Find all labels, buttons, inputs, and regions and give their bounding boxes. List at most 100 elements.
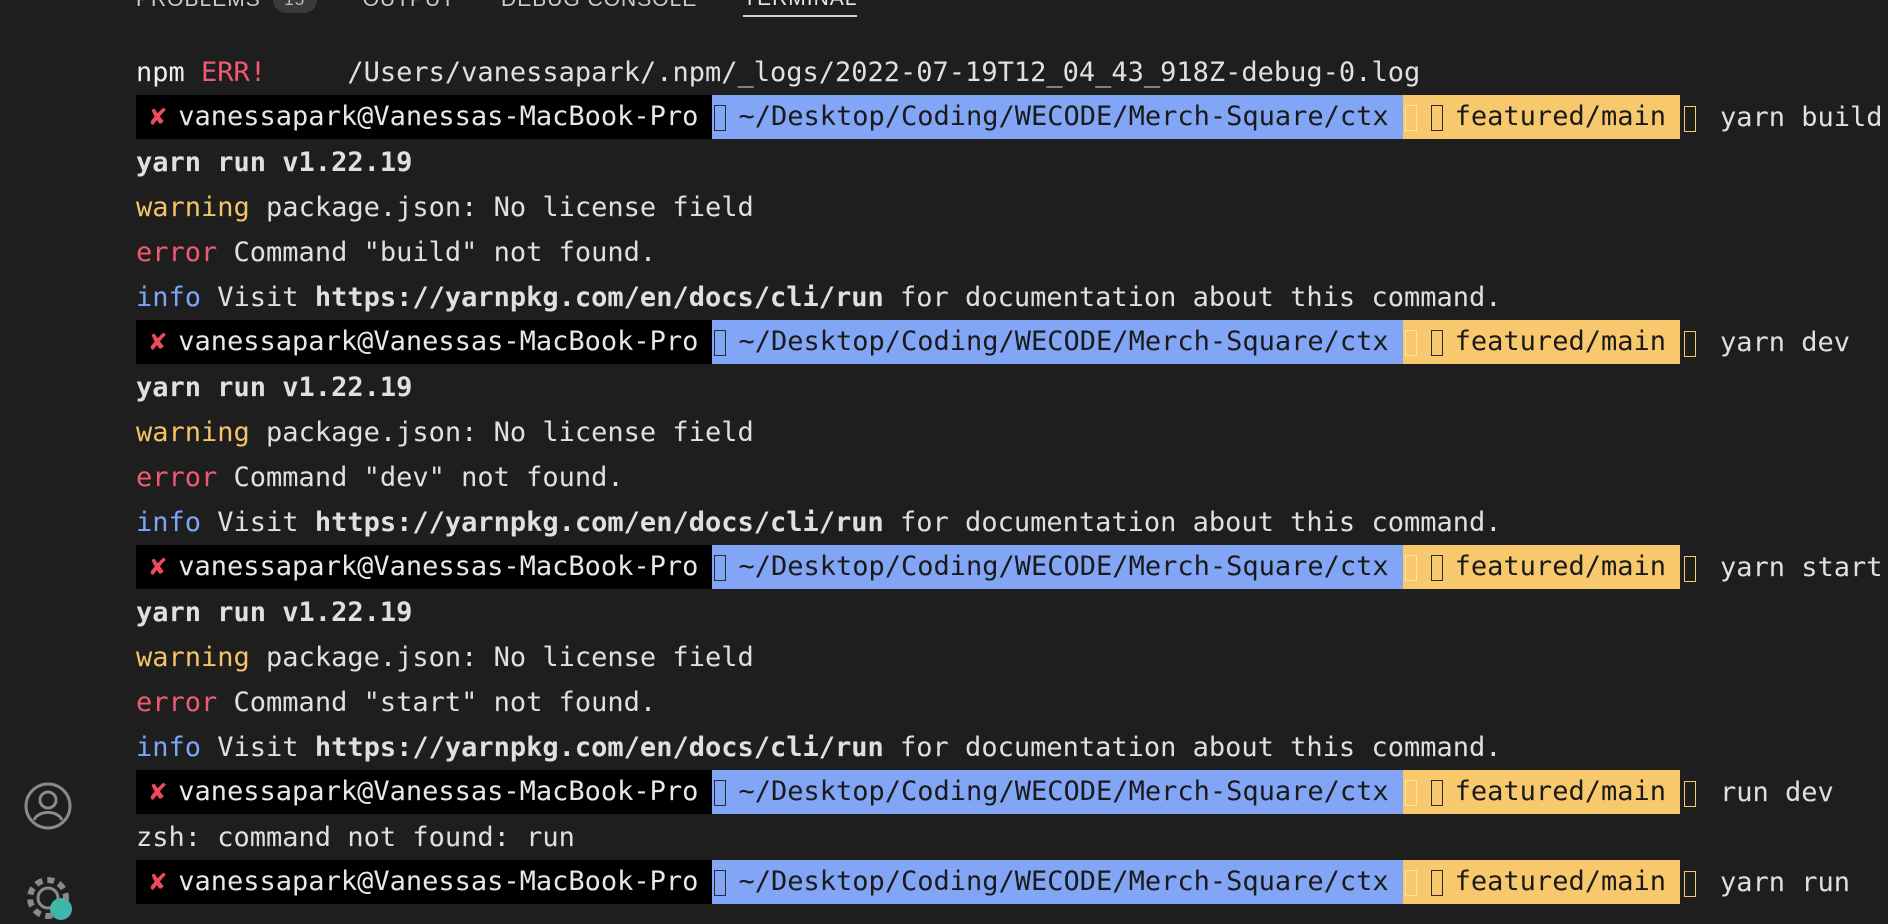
prompt-path-segment: ~/Desktop/Coding/WECODE/Merch-Square/ctx [712, 770, 1403, 814]
cwd-path: ~/Desktop/Coding/WECODE/Merch-Square/ctx [738, 776, 1389, 807]
info-word: info [136, 282, 202, 313]
yarn-version-line: yarn run v1.22.19 [136, 372, 413, 403]
error-text: Command "start" not found. [217, 687, 657, 718]
tab-label: OUTPUT [363, 0, 455, 12]
powerline-separator-icon [1404, 869, 1417, 896]
error-status-icon: ✘ [150, 551, 167, 582]
warning-word: warning [136, 192, 250, 223]
warning-text: package.json: No license field [249, 192, 754, 223]
npm-prefix: npm [136, 57, 185, 88]
git-branch-icon [1430, 779, 1443, 806]
info-visit: Visit [201, 507, 315, 538]
prompt-user-segment: ✘ vanessapark@Vanessas-MacBook-Pro [136, 770, 713, 814]
prompt-path-segment: ~/Desktop/Coding/WECODE/Merch-Square/ctx [712, 95, 1403, 139]
prompt-line: ✘ vanessapark@Vanessas-MacBook-Pro ~/Deskt… [136, 320, 1876, 365]
error-word: error [136, 687, 218, 718]
prompt-git-segment: featured/main [1402, 95, 1680, 139]
info-visit: Visit [201, 732, 315, 763]
warning-line: warning package.json: No license field [136, 185, 1876, 230]
prompt-git-segment: featured/main [1402, 545, 1680, 589]
user-host: vanessapark@Vanessas-MacBook-Pro [178, 776, 699, 807]
npm-err: ERR! [201, 57, 267, 88]
yarn-version-line: yarn run v1.22.19 [136, 597, 413, 628]
terminal-output[interactable]: npm ERR! /Users/vanessapark/.npm/_logs/2… [136, 50, 1883, 905]
git-branch-icon [1430, 869, 1443, 896]
prompt-path-segment: ~/Desktop/Coding/WECODE/Merch-Square/ctx [712, 545, 1403, 589]
zsh-error-line: zsh: command not found: run [136, 822, 575, 853]
account-icon[interactable] [22, 780, 74, 832]
prompt-line: ✘ vanessapark@Vanessas-MacBook-Pro ~/Deskt… [136, 95, 1883, 140]
cwd-path: ~/Desktop/Coding/WECODE/Merch-Square/ctx [738, 551, 1389, 582]
yarn-version-line: yarn run v1.22.19 [136, 147, 413, 178]
typed-command: run dev [1719, 777, 1834, 808]
powerline-separator-icon [714, 779, 727, 806]
problems-count-badge: 15 [272, 0, 317, 13]
prompt-git-segment: featured/main [1402, 860, 1680, 904]
powerline-separator-icon [714, 104, 727, 131]
user-host: vanessapark@Vanessas-MacBook-Pro [178, 101, 699, 132]
error-text: Command "dev" not found. [217, 462, 624, 493]
warning-line: warning package.json: No license field [136, 410, 1876, 455]
error-word: error [136, 237, 218, 268]
git-branch: featured/main [1454, 326, 1666, 357]
docs-link[interactable]: https://yarnpkg.com/en/docs/cli/run [315, 732, 884, 763]
error-line: error Command "dev" not found. [136, 455, 1876, 500]
prompt-git-segment: featured/main [1402, 770, 1680, 814]
typed-command: yarn dev [1719, 327, 1851, 358]
error-line: error Command "build" not found. [136, 230, 1876, 275]
error-line: error Command "start" not found. [136, 680, 1876, 725]
warning-word: warning [136, 642, 250, 673]
info-tail: for documentation about this command. [883, 282, 1502, 313]
powerline-separator-icon [1404, 104, 1417, 131]
user-host: vanessapark@Vanessas-MacBook-Pro [178, 551, 699, 582]
git-branch: featured/main [1454, 866, 1666, 897]
panel-tabs: PROBLEMS 15 OUTPUT DEBUG CONSOLE TERMINA… [136, 0, 903, 18]
docs-link[interactable]: https://yarnpkg.com/en/docs/cli/run [315, 507, 884, 538]
error-status-icon: ✘ [150, 326, 167, 357]
powerline-separator-icon [714, 869, 727, 896]
warning-text: package.json: No license field [249, 417, 754, 448]
error-word: error [136, 462, 218, 493]
powerline-separator-icon [1404, 779, 1417, 806]
typed-command: yarn build [1719, 102, 1883, 133]
tab-problems[interactable]: PROBLEMS 15 [136, 0, 317, 17]
cwd-path: ~/Desktop/Coding/WECODE/Merch-Square/ctx [738, 866, 1389, 897]
prompt-line: ✘ vanessapark@Vanessas-MacBook-Pro ~/Deskt… [136, 770, 1876, 815]
typed-command: yarn run [1719, 867, 1851, 898]
powerline-separator-icon [1683, 555, 1696, 582]
git-branch-icon [1430, 554, 1443, 581]
user-host: vanessapark@Vanessas-MacBook-Pro [178, 326, 699, 357]
prompt-user-segment: ✘ vanessapark@Vanessas-MacBook-Pro [136, 545, 713, 589]
info-word: info [136, 507, 202, 538]
tab-debug-console[interactable]: DEBUG CONSOLE [501, 0, 697, 16]
cwd-path: ~/Desktop/Coding/WECODE/Merch-Square/ctx [738, 326, 1389, 357]
prompt-line: ✘ vanessapark@Vanessas-MacBook-Pro ~/Deskt… [136, 545, 1883, 590]
docs-link[interactable]: https://yarnpkg.com/en/docs/cli/run [315, 282, 884, 313]
info-line: info Visit https://yarnpkg.com/en/docs/c… [136, 500, 1876, 545]
prompt-user-segment: ✘ vanessapark@Vanessas-MacBook-Pro [136, 320, 713, 364]
error-status-icon: ✘ [150, 776, 167, 807]
git-branch: featured/main [1454, 776, 1666, 807]
npm-log-line: npm ERR! /Users/vanessapark/.npm/_logs/2… [136, 50, 1876, 95]
powerline-separator-icon [714, 329, 727, 356]
activity-bar [0, 0, 96, 920]
git-branch: featured/main [1454, 551, 1666, 582]
powerline-separator-icon [1683, 780, 1696, 807]
info-tail: for documentation about this command. [883, 732, 1502, 763]
powerline-separator-icon [1404, 329, 1417, 356]
error-status-icon: ✘ [150, 866, 167, 897]
prompt-user-segment: ✘ vanessapark@Vanessas-MacBook-Pro [136, 860, 713, 904]
tab-output[interactable]: OUTPUT [363, 0, 455, 16]
info-tail: for documentation about this command. [883, 507, 1502, 538]
tab-terminal[interactable]: TERMINAL [743, 0, 858, 17]
prompt-user-segment: ✘ vanessapark@Vanessas-MacBook-Pro [136, 95, 713, 139]
warning-text: package.json: No license field [249, 642, 754, 673]
powerline-separator-icon [1683, 870, 1696, 897]
git-branch-icon [1430, 104, 1443, 131]
error-text: Command "build" not found. [217, 237, 657, 268]
prompt-path-segment: ~/Desktop/Coding/WECODE/Merch-Square/ctx [712, 860, 1403, 904]
info-word: info [136, 732, 202, 763]
tab-label: DEBUG CONSOLE [501, 0, 697, 12]
tab-label: TERMINAL [743, 0, 857, 11]
prompt-path-segment: ~/Desktop/Coding/WECODE/Merch-Square/ctx [712, 320, 1403, 364]
